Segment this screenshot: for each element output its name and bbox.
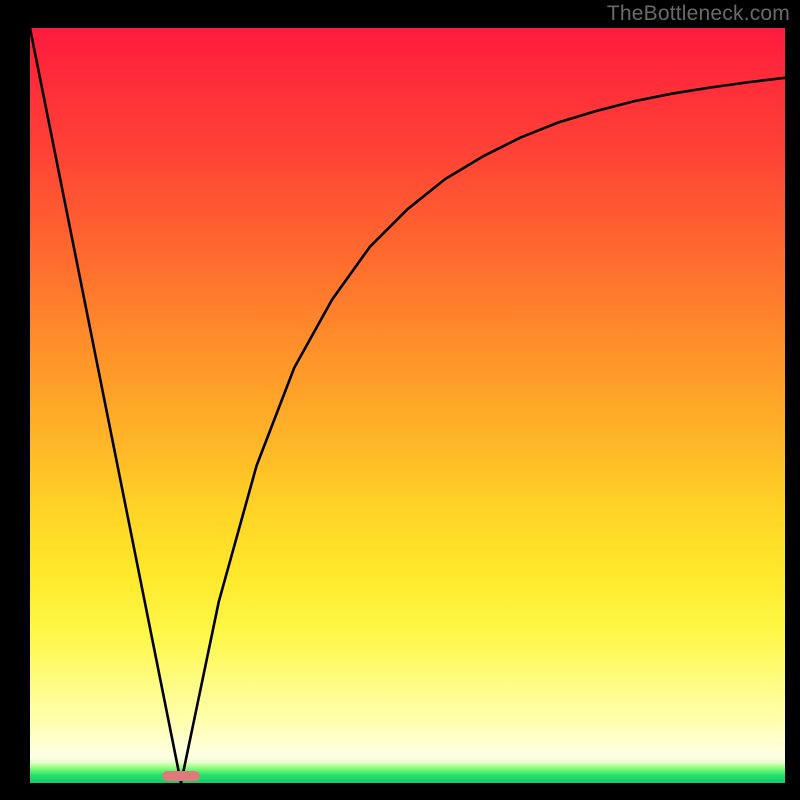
bottleneck-marker xyxy=(162,771,200,781)
plot-area xyxy=(30,28,785,783)
bottleneck-curve xyxy=(30,28,785,783)
chart-frame: TheBottleneck.com xyxy=(0,0,800,800)
curve-path xyxy=(30,28,785,783)
watermark-text: TheBottleneck.com xyxy=(607,2,790,26)
